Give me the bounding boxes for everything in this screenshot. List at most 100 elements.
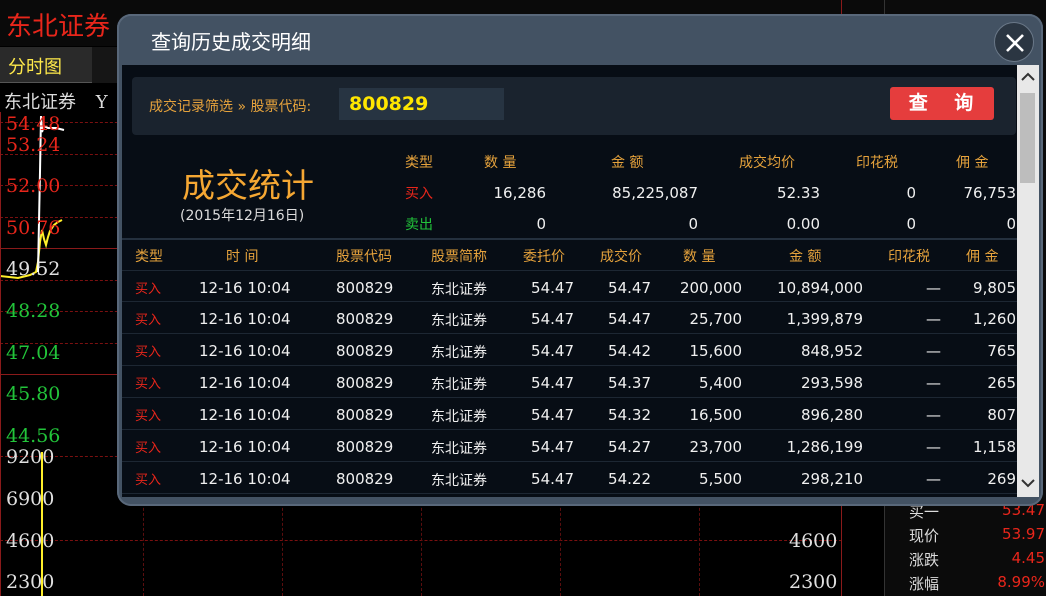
cell-time: 12-16 10:04 xyxy=(199,279,291,297)
cell-amount: 298,210 xyxy=(800,470,863,488)
table-row[interactable]: 买入 12-16 10:04 800829 东北证券 54.47 54.47 2… xyxy=(122,270,1022,302)
cell-tax: — xyxy=(926,310,941,328)
cell-time: 12-16 10:04 xyxy=(199,406,291,424)
stats-buy-quantity: 16,286 xyxy=(493,184,547,202)
price-axis-label: 48.28 xyxy=(6,300,61,322)
cell-order-price: 54.47 xyxy=(531,310,574,328)
cell-fee: 807 xyxy=(987,406,1016,424)
column-header: 类型 xyxy=(135,249,163,265)
query-button[interactable]: 查 询 xyxy=(890,87,994,120)
stats-sell-amount: 0 xyxy=(688,215,698,233)
cell-amount: 1,399,879 xyxy=(786,310,863,328)
cell-amount: 10,894,000 xyxy=(777,279,863,297)
cell-qty: 25,700 xyxy=(689,310,743,328)
quote-row: 现价 53.97 xyxy=(909,525,1046,549)
cell-order-price: 54.47 xyxy=(531,406,574,424)
column-header: 股票简称 xyxy=(431,249,487,265)
cell-type: 买入 xyxy=(135,345,162,360)
cell-tax: — xyxy=(926,470,941,488)
quote-label: 涨幅 xyxy=(909,575,940,593)
cell-code: 800829 xyxy=(336,310,394,328)
cell-amount: 848,952 xyxy=(800,342,863,360)
cell-tax: — xyxy=(926,438,941,456)
chevron-up-icon xyxy=(1021,72,1035,81)
price-axis-label: 50.76 xyxy=(6,217,61,239)
price-axis-label: 47.04 xyxy=(6,342,61,364)
cell-type: 买入 xyxy=(135,377,162,392)
table-row[interactable]: 买入 12-16 10:04 800829 东北证券 54.47 54.22 5… xyxy=(122,462,1022,494)
stats-sell-commission: 0 xyxy=(1006,215,1016,233)
cell-fee: 9,805 xyxy=(973,279,1016,297)
cell-qty: 5,500 xyxy=(699,470,742,488)
cell-tax: — xyxy=(926,279,941,297)
cell-amount: 896,280 xyxy=(800,406,863,424)
scroll-up-button[interactable] xyxy=(1017,65,1039,89)
stock-code-input[interactable] xyxy=(339,88,504,120)
stats-title: 成交统计 xyxy=(182,166,314,205)
table-row[interactable]: 买入 12-16 10:04 800829 东北证券 54.47 54.42 1… xyxy=(122,334,1022,366)
table-row[interactable]: 买入 12-16 10:04 800829 东北证券 54.47 54.32 1… xyxy=(122,398,1022,430)
cell-code: 800829 xyxy=(336,438,394,456)
chart-stock-code-fragment: Y xyxy=(95,92,108,113)
cell-deal-price: 54.37 xyxy=(608,374,651,392)
cell-deal-price: 54.32 xyxy=(608,406,651,424)
column-header: 成交价 xyxy=(600,249,642,265)
cell-code: 800829 xyxy=(336,342,394,360)
cell-deal-price: 54.42 xyxy=(608,342,651,360)
cell-fee: 269 xyxy=(987,470,1016,488)
cell-code: 800829 xyxy=(336,406,394,424)
column-header: 印花税 xyxy=(888,249,930,265)
vertical-scrollbar[interactable] xyxy=(1017,65,1039,497)
cell-time: 12-16 10:04 xyxy=(199,374,291,392)
dialog-title: 查询历史成交明细 xyxy=(151,30,311,54)
table-row[interactable]: 买入 12-16 10:04 800829 东北证券 54.47 54.27 2… xyxy=(122,430,1022,462)
cell-deal-price: 54.47 xyxy=(608,310,651,328)
cell-fee: 765 xyxy=(987,342,1016,360)
stats-header: 金 额 xyxy=(611,155,644,171)
cell-time: 12-16 10:04 xyxy=(199,438,291,456)
table-row[interactable]: 买入 12-16 10:04 800829 东北证券 54.47 54.37 5… xyxy=(122,366,1022,398)
chart-border xyxy=(0,112,1,596)
cell-tax: — xyxy=(926,342,941,360)
filter-bar: 成交记录筛选 » 股票代码: 查 询 xyxy=(132,77,1016,135)
column-header: 时 间 xyxy=(226,249,259,265)
price-axis-label: 52.00 xyxy=(6,175,61,197)
trade-history-dialog: 查询历史成交明细 成交记录筛选 » 股票代码: 查 询 成交统计 (2015年1… xyxy=(117,14,1043,506)
chevron-down-icon xyxy=(1021,479,1035,488)
cell-deal-price: 54.22 xyxy=(608,470,651,488)
column-header: 佣 金 xyxy=(966,249,999,265)
stats-sell-stamp-tax: 0 xyxy=(906,215,916,233)
cell-type: 买入 xyxy=(135,313,162,328)
column-header: 股票代码 xyxy=(336,249,392,265)
cell-type: 买入 xyxy=(135,473,162,488)
cell-fee: 265 xyxy=(987,374,1016,392)
close-icon xyxy=(1006,34,1024,52)
quote-value: 53.97 xyxy=(1002,525,1045,543)
volume-axis-label: 4600 xyxy=(6,530,55,552)
tab-intraday-chart[interactable]: 分时图 xyxy=(0,47,92,83)
cell-amount: 293,598 xyxy=(800,374,863,392)
close-button[interactable] xyxy=(994,22,1034,62)
scroll-down-button[interactable] xyxy=(1017,471,1039,495)
column-header: 数 量 xyxy=(683,249,716,265)
stats-header: 类型 xyxy=(405,155,433,171)
volume-axis-label: 6900 xyxy=(6,488,55,510)
cell-name: 东北证券 xyxy=(431,377,487,393)
stats-buy-commission: 76,753 xyxy=(963,184,1017,202)
cell-order-price: 54.47 xyxy=(531,374,574,392)
stats-buy-stamp-tax: 0 xyxy=(906,184,916,202)
cell-name: 东北证券 xyxy=(431,473,487,489)
stats-sell-avg-price: 0.00 xyxy=(786,215,820,233)
cell-time: 12-16 10:04 xyxy=(199,342,291,360)
cell-name: 东北证券 xyxy=(431,345,487,361)
table-separator xyxy=(122,238,1022,240)
cell-name: 东北证券 xyxy=(431,313,487,329)
cell-qty: 16,500 xyxy=(689,406,743,424)
stats-buy-amount: 85,225,087 xyxy=(612,184,698,202)
cell-fee: 1,158 xyxy=(973,438,1016,456)
stats-header: 印花税 xyxy=(856,155,898,171)
scrollbar-thumb[interactable] xyxy=(1020,93,1035,183)
quote-label: 涨跌 xyxy=(909,551,940,569)
chart-stock-name-text: 东北证券 xyxy=(4,92,76,113)
table-row[interactable]: 买入 12-16 10:04 800829 东北证券 54.47 54.47 2… xyxy=(122,302,1022,334)
